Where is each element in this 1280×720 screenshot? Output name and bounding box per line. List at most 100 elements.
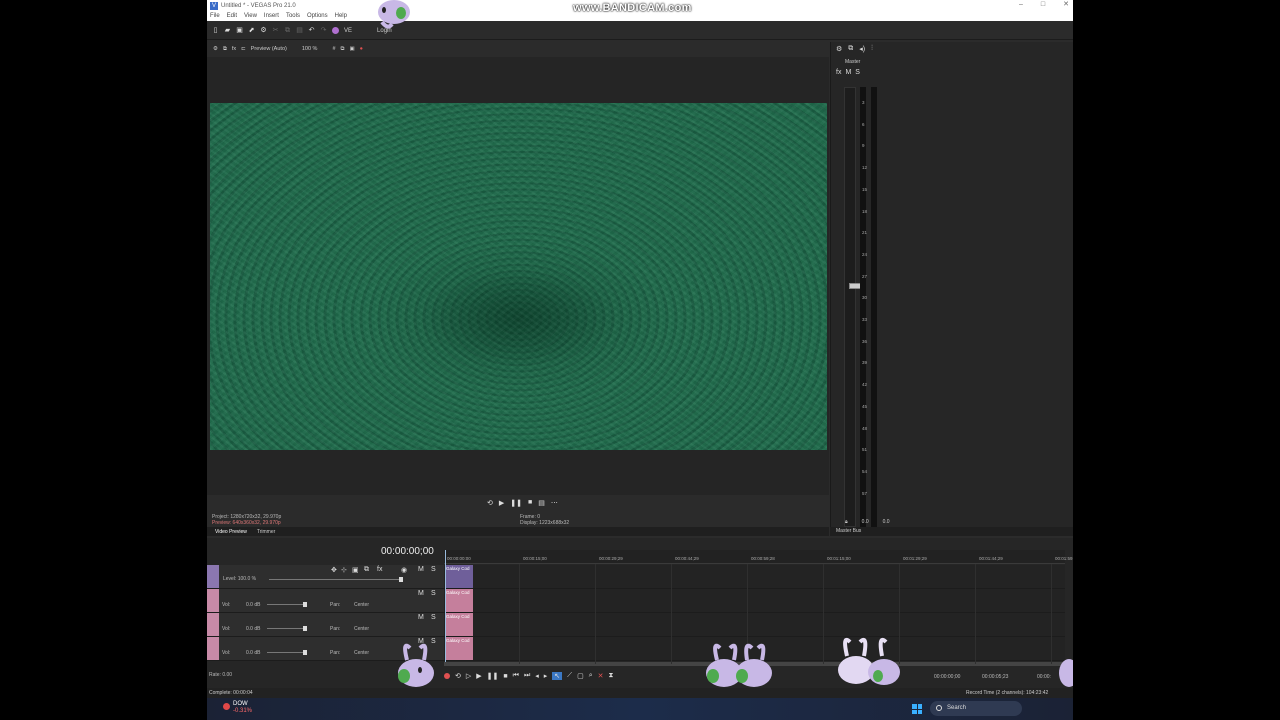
menu-help[interactable]: Help <box>335 13 347 19</box>
menu-file[interactable]: File <box>210 13 220 19</box>
menu-tools[interactable]: Tools <box>286 13 300 19</box>
audio-clip-1[interactable]: Galaxy Cod <box>445 589 473 612</box>
pause-icon[interactable]: ❚❚ <box>510 499 522 507</box>
audio-1-mute-button[interactable]: M <box>418 590 424 597</box>
render-icon[interactable]: ⬈ <box>248 27 255 34</box>
go-to-start-icon[interactable]: ⏮ <box>513 672 519 680</box>
record-icon[interactable] <box>444 673 450 679</box>
loop-icon[interactable]: ⟲ <box>487 499 493 507</box>
stop-icon[interactable]: ■ <box>528 499 532 507</box>
video-track-lane[interactable]: Galaxy Cod <box>444 565 1065 589</box>
master-mute-button[interactable]: M <box>845 69 851 76</box>
audio-track-2-header[interactable]: Vol: 0.0 dB Pan: Center M S <box>207 613 444 637</box>
audio-3-vol-thumb[interactable] <box>303 650 307 655</box>
video-level-thumb[interactable] <box>399 577 403 582</box>
save-icon[interactable]: ▣ <box>236 27 243 34</box>
audio-2-vol-thumb[interactable] <box>303 626 307 631</box>
compositing-icon[interactable]: ▣ <box>352 566 359 574</box>
windows-start-icon[interactable] <box>912 704 922 714</box>
zoom-dropdown[interactable]: 100 % <box>302 46 318 52</box>
paste-icon[interactable]: ▤ <box>296 27 303 34</box>
menu-options[interactable]: Options <box>307 13 328 19</box>
tab-trimmer[interactable]: Trimmer <box>257 529 275 535</box>
menu-insert[interactable]: Insert <box>264 13 279 19</box>
master-fx-button[interactable]: fx <box>836 69 841 76</box>
maximize-icon[interactable]: □ <box>1041 0 1045 10</box>
audio-1-vol-slider[interactable] <box>267 604 307 605</box>
bypass-icon[interactable]: ⊹ <box>341 566 347 574</box>
master-settings-icon[interactable]: ⚙ <box>836 45 842 53</box>
video-fx-icon[interactable]: fx <box>377 566 382 573</box>
play-from-start-icon[interactable]: ▷ <box>466 672 471 680</box>
playhead-cursor[interactable] <box>445 550 446 665</box>
video-mute-button[interactable]: M <box>418 566 424 573</box>
envelope-tool-icon[interactable]: ⟋ <box>567 672 572 680</box>
motion-icon[interactable]: ✥ <box>331 566 337 574</box>
master-fader[interactable] <box>844 87 861 527</box>
video-level-slider[interactable] <box>269 579 399 580</box>
audio-2-vol-slider[interactable] <box>267 628 307 629</box>
preview-extra-icon[interactable]: ▤ <box>538 499 545 507</box>
master-solo-button[interactable]: S <box>855 69 860 76</box>
master-fx-icon[interactable]: ⧉ <box>848 45 853 53</box>
go-to-end-icon[interactable]: ⏭ <box>524 672 530 680</box>
audio-track-2-lane[interactable]: Galaxy Cod <box>444 613 1065 637</box>
preview-quality-dropdown[interactable]: Preview (Auto) <box>251 46 287 52</box>
transport-play-icon[interactable]: ▶ <box>476 672 481 680</box>
fx-icon[interactable]: fx <box>232 46 236 52</box>
next-frame-icon[interactable]: ▸ <box>544 672 548 680</box>
audio-track-1-lane[interactable]: Galaxy Cod <box>444 589 1065 613</box>
lock-icon[interactable]: 🔒︎ <box>845 519 848 525</box>
video-solo-button[interactable]: S <box>431 566 436 573</box>
redo-icon[interactable]: ↷ <box>320 27 327 34</box>
copy-snapshot-icon[interactable]: ⧉ <box>341 46 345 53</box>
undo-icon[interactable]: ↶ <box>308 27 315 34</box>
overlay-grid-icon[interactable]: # <box>332 46 335 52</box>
prev-frame-icon[interactable]: ◂ <box>535 672 539 680</box>
save-snapshot-icon[interactable]: ▣ <box>349 46 354 52</box>
pan-crop-icon[interactable]: ⧉ <box>364 566 369 574</box>
audio-clip-3[interactable]: Galaxy Cod <box>445 637 473 660</box>
audio-2-mute-button[interactable]: M <box>418 614 424 621</box>
trim-icon[interactable]: ⧗ <box>608 672 613 680</box>
play-icon[interactable]: ▶ <box>499 499 504 507</box>
video-preview-window[interactable] <box>207 57 829 495</box>
video-clip[interactable]: Galaxy Cod <box>445 565 473 588</box>
settings-icon[interactable]: ⚙ <box>260 27 267 34</box>
close-icon[interactable]: ✕ <box>1063 0 1069 10</box>
audio-1-vol-thumb[interactable] <box>303 602 307 607</box>
transport-pause-icon[interactable]: ❚❚ <box>487 672 499 680</box>
menu-edit[interactable]: Edit <box>227 13 237 19</box>
minimize-icon[interactable]: – <box>1019 0 1023 10</box>
menu-view[interactable]: View <box>244 13 257 19</box>
tab-video-preview[interactable]: Video Preview <box>215 529 247 535</box>
mixer-icon[interactable]: ⫶ <box>871 45 873 53</box>
zoom-tool-icon[interactable]: ⌕ <box>589 672 593 680</box>
preview-device-icon[interactable]: ⧉ <box>223 46 227 53</box>
video-track-header[interactable]: Level: 100.0 % ✥ ⊹ ▣ ⧉ fx ◉ M S <box>207 565 444 589</box>
open-folder-icon[interactable]: ▰ <box>224 27 231 34</box>
cut-icon[interactable]: ✂ <box>272 27 279 34</box>
delete-icon[interactable]: ✕ <box>598 672 604 680</box>
video-compositing-mode-icon[interactable]: ◉ <box>401 566 407 574</box>
audio-1-solo-button[interactable]: S <box>431 590 436 597</box>
selection-tool-icon[interactable]: ▢ <box>577 672 584 680</box>
transport-stop-icon[interactable]: ■ <box>503 673 507 680</box>
more-icon[interactable]: ⋯ <box>551 499 558 507</box>
audio-track-1-header[interactable]: Vol: 0.0 dB Pan: Center M S <box>207 589 444 613</box>
split-icon[interactable]: ⊏ <box>241 46 246 52</box>
audio-clip-2[interactable]: Galaxy Cod <box>445 613 473 636</box>
stop-record-icon[interactable]: ● <box>360 46 363 52</box>
normal-edit-tool-icon[interactable]: ↖ <box>552 672 563 680</box>
taskbar-search[interactable]: Search <box>930 701 1022 716</box>
timeline-ruler[interactable]: 00:00:00:00 00:00:15;00 00:00:29;29 00:00:4… <box>444 550 1073 564</box>
stock-widget-icon[interactable] <box>223 703 230 710</box>
audio-2-solo-button[interactable]: S <box>431 614 436 621</box>
tab-master-bus[interactable]: Master Bus <box>830 527 1073 536</box>
preview-settings-icon[interactable]: ⚙ <box>213 46 218 52</box>
new-file-icon[interactable]: ▯ <box>212 27 219 34</box>
audio-3-vol-slider[interactable] <box>267 652 307 653</box>
loop-playback-icon[interactable]: ⟲ <box>455 672 461 680</box>
vegas-hub-label[interactable]: VE <box>344 28 352 34</box>
copy-icon[interactable]: ⧉ <box>284 27 291 34</box>
